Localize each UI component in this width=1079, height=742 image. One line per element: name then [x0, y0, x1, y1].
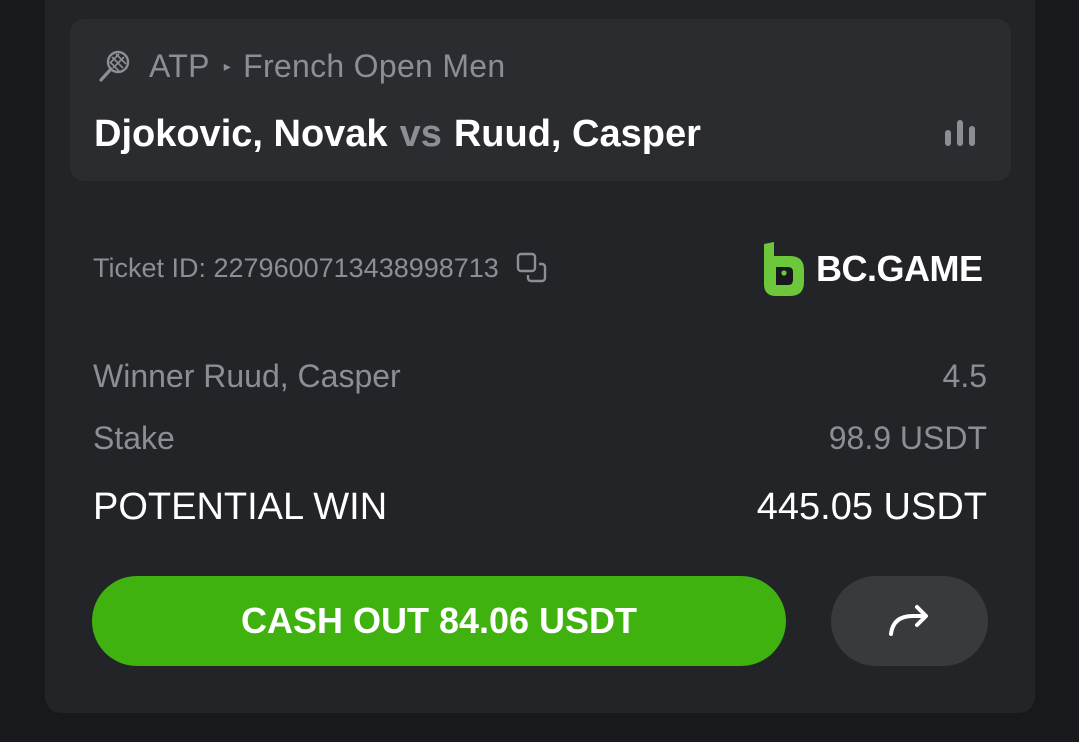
ticket-id: Ticket ID: 2279600713438998713	[93, 252, 499, 283]
bar-chart-icon[interactable]	[942, 118, 978, 148]
ticket-id-row: Ticket ID: 2279600713438998713	[93, 251, 549, 285]
share-arrow-icon	[888, 605, 928, 636]
potential-win-value: 445.05 USDT	[756, 485, 987, 528]
brand-logo: BC.GAME	[760, 240, 983, 298]
tennis-racket-icon	[97, 48, 133, 84]
potential-win-row: POTENTIAL WIN 445.05 USDT	[93, 484, 987, 530]
league-breadcrumb: ATP ▸ French Open Men	[97, 46, 506, 86]
share-button[interactable]	[831, 576, 988, 666]
chevron-right-icon: ▸	[223, 57, 232, 74]
bc-game-logo-icon	[764, 242, 804, 296]
cash-out-button[interactable]: CASH OUT 84.06 USDT	[92, 576, 786, 666]
vs-label: vs	[399, 112, 442, 155]
match-teams[interactable]: Djokovic, Novak vs Ruud, Casper	[94, 111, 701, 157]
potential-win-label: POTENTIAL WIN	[93, 485, 388, 528]
stake-value: 98.9 USDT	[828, 419, 987, 456]
stake-row: Stake 98.9 USDT	[93, 418, 987, 458]
brand-name: BC.GAME	[816, 248, 983, 289]
odds-value: 4.5	[942, 357, 987, 394]
team-home: Djokovic, Novak	[94, 112, 388, 155]
stake-label: Stake	[93, 419, 175, 456]
selection-row: Winner Ruud, Casper 4.5	[93, 356, 987, 396]
copy-icon[interactable]	[515, 251, 549, 285]
tournament-name[interactable]: French Open Men	[243, 48, 505, 85]
league-name[interactable]: ATP	[149, 48, 210, 85]
team-away: Ruud, Casper	[453, 112, 701, 155]
selection-label: Winner Ruud, Casper	[93, 357, 401, 394]
